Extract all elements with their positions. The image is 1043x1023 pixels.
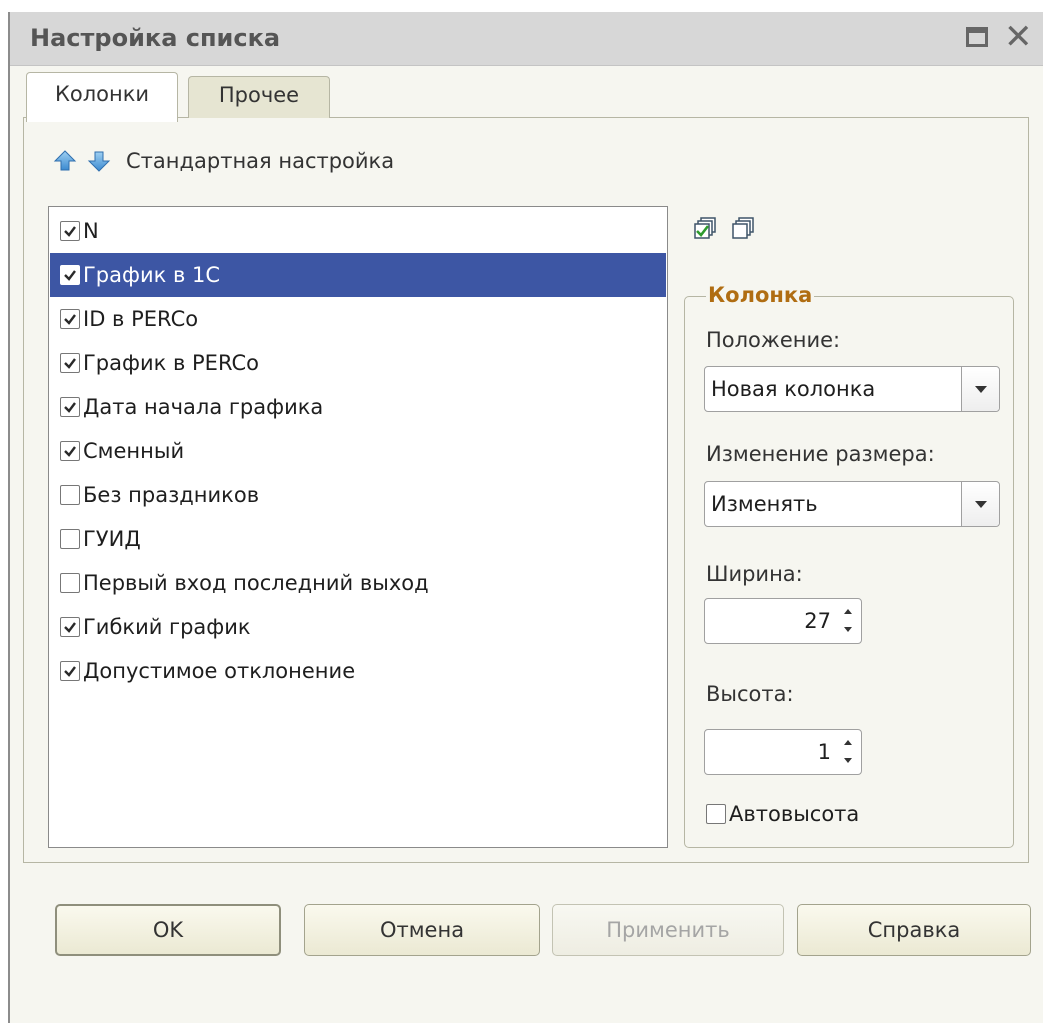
uncheck-all-icon[interactable] — [730, 216, 756, 242]
position-select[interactable]: Новая колонка — [704, 366, 1000, 412]
checkbox[interactable] — [60, 309, 80, 329]
resize-select[interactable]: Изменять — [704, 481, 1000, 527]
list-item-label: Без праздников — [83, 483, 260, 507]
arrow-down-icon[interactable] — [86, 148, 112, 174]
autoheight-label: Автовысота — [729, 802, 860, 826]
dialog-title: Настройка списка — [30, 24, 281, 52]
height-value: 1 — [817, 740, 831, 764]
ok-button[interactable]: OK — [55, 904, 281, 956]
position-label: Положение: — [706, 328, 841, 352]
list-item[interactable]: Гибкий график — [50, 605, 666, 649]
list-item-label: Допустимое отклонение — [83, 659, 356, 683]
position-value: Новая колонка — [711, 377, 876, 401]
checkbox[interactable] — [60, 617, 80, 637]
apply-button[interactable]: Применить — [552, 904, 784, 956]
chevron-down-icon[interactable] — [961, 482, 999, 526]
list-item[interactable]: N — [50, 209, 666, 253]
autoheight-checkbox[interactable] — [706, 804, 726, 824]
list-item[interactable]: Первый вход последний выход — [50, 561, 666, 605]
help-button[interactable]: Справка — [797, 904, 1031, 956]
column-group-title: Колонка — [706, 283, 815, 307]
list-item-label: График в 1С — [83, 263, 221, 287]
checkbox[interactable] — [60, 353, 80, 373]
tab-columns[interactable]: Колонки — [26, 72, 178, 122]
checkbox[interactable] — [60, 529, 80, 549]
maximize-icon[interactable] — [962, 22, 992, 52]
check-toolbar — [692, 216, 756, 242]
list-item[interactable]: График в 1С — [50, 253, 666, 297]
list-item-label: График в PERCo — [83, 351, 260, 375]
arrow-up-icon[interactable] — [52, 148, 78, 174]
tab-other[interactable]: Прочее — [188, 76, 330, 118]
check-all-icon[interactable] — [692, 216, 718, 242]
resize-label: Изменение размера: — [706, 442, 935, 466]
checkbox[interactable] — [60, 661, 80, 681]
list-item[interactable]: Без праздников — [50, 473, 666, 517]
checkbox[interactable] — [60, 221, 80, 241]
height-stepper[interactable]: 1 — [704, 729, 862, 775]
height-label: Высота: — [706, 682, 794, 706]
increment-icon[interactable] — [837, 602, 859, 621]
list-item-label: ID в PERCo — [83, 307, 199, 331]
width-label: Ширина: — [706, 562, 803, 586]
list-item[interactable]: График в PERCo — [50, 341, 666, 385]
checkbox[interactable] — [60, 265, 80, 285]
list-item-label: N — [83, 219, 99, 243]
checkbox[interactable] — [60, 573, 80, 593]
list-item[interactable]: Дата начала графика — [50, 385, 666, 429]
list-item-label: Гибкий график — [83, 615, 251, 639]
stepper-buttons — [837, 733, 859, 771]
width-stepper[interactable]: 27 — [704, 598, 862, 644]
decrement-icon[interactable] — [837, 621, 859, 640]
list-item-label: Сменный — [83, 439, 185, 463]
list-item[interactable]: ГУИД — [50, 517, 666, 561]
stepper-buttons — [837, 602, 859, 640]
autoheight-option[interactable]: Автовысота — [706, 802, 859, 826]
width-value: 27 — [804, 609, 831, 633]
title-bar[interactable]: Настройка списка ✕ — [10, 12, 1043, 66]
checkbox[interactable] — [60, 485, 80, 505]
increment-icon[interactable] — [837, 733, 859, 752]
standard-settings-button[interactable]: Стандартная настройка — [126, 149, 394, 173]
list-item[interactable]: ID в PERCo — [50, 297, 666, 341]
list-item-label: Первый вход последний выход — [83, 571, 429, 595]
list-item-label: Дата начала графика — [83, 395, 324, 419]
checkbox[interactable] — [60, 441, 80, 461]
close-icon[interactable]: ✕ — [1004, 20, 1034, 54]
columns-list[interactable]: N График в 1С ID в PERCo График в PERCo … — [48, 206, 668, 848]
decrement-icon[interactable] — [837, 752, 859, 771]
resize-value: Изменять — [711, 492, 818, 516]
list-toolbar: Стандартная настройка — [52, 144, 394, 178]
list-item-label: ГУИД — [83, 527, 141, 551]
list-item[interactable]: Допустимое отклонение — [50, 649, 666, 693]
chevron-down-icon[interactable] — [961, 367, 999, 411]
cancel-button[interactable]: Отмена — [304, 904, 540, 956]
list-item[interactable]: Сменный — [50, 429, 666, 473]
checkbox[interactable] — [60, 397, 80, 417]
